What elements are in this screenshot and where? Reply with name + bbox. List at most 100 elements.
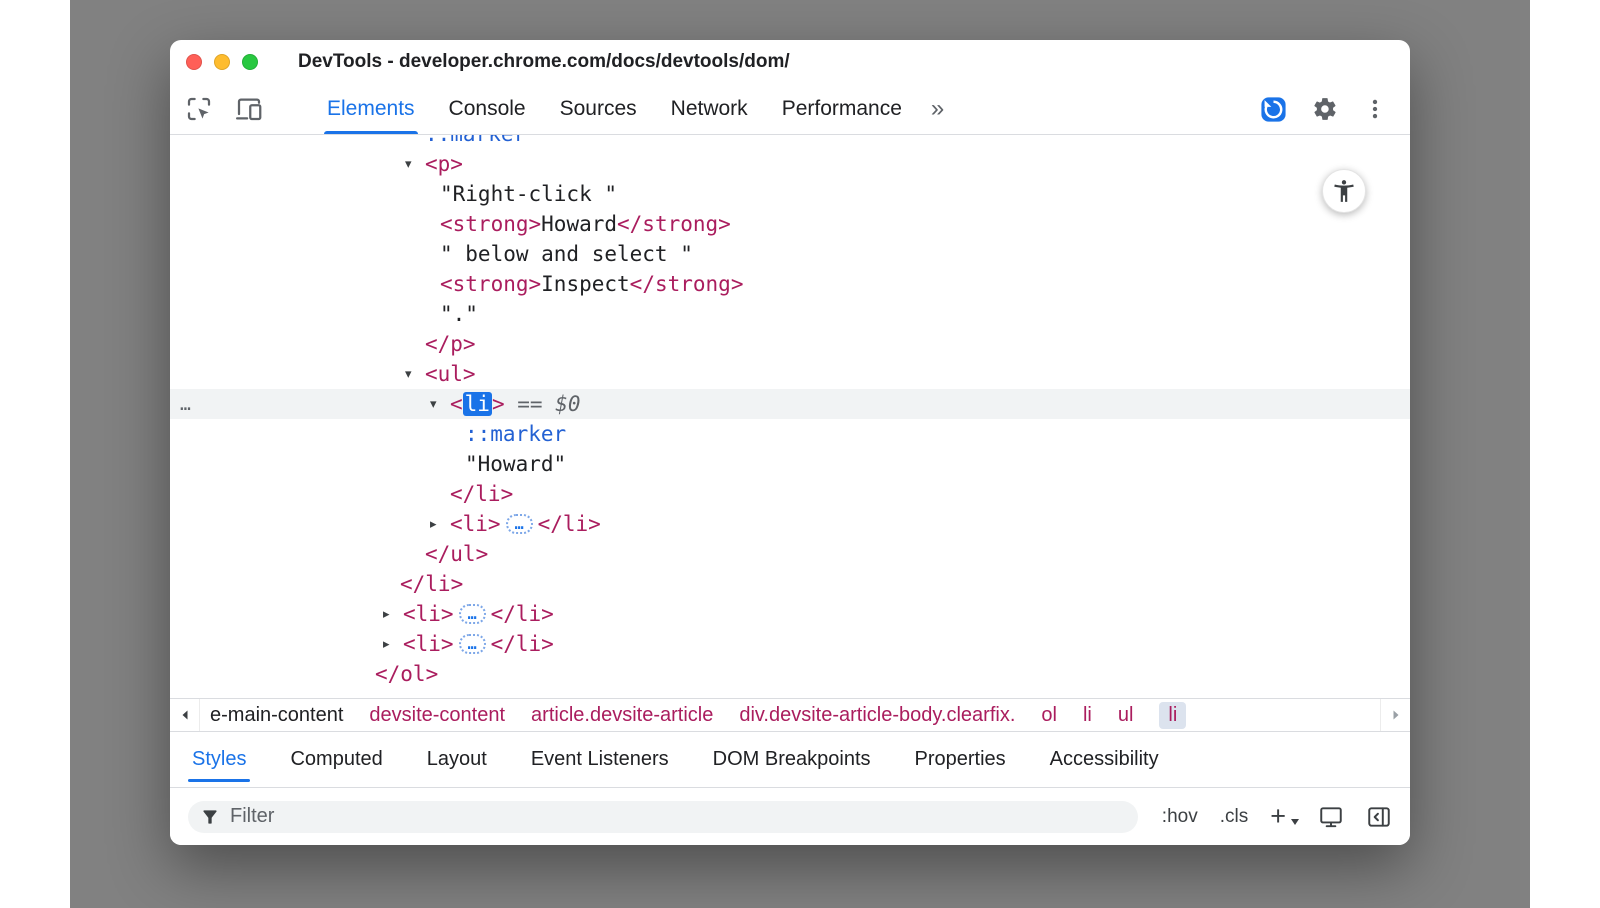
disclosure-down-icon[interactable]: ▾ (405, 367, 425, 382)
tree-row[interactable]: </li> (170, 569, 1410, 599)
chevron-right-icon (1389, 708, 1403, 722)
code-token-tag: </strong> (617, 212, 731, 236)
sidebar-tab-accessibility[interactable]: Accessibility (1028, 732, 1181, 787)
disclosure-down-icon[interactable]: ▾ (430, 397, 450, 412)
accessibility-person-icon (1331, 178, 1357, 204)
dom-tree-rows: ::marker▾<p>"Right-click "<strong>Howard… (170, 135, 1410, 689)
breadcrumb-item-ul[interactable]: ul (1118, 704, 1134, 727)
sidebar-tabs: StylesComputedLayoutEvent ListenersDOM B… (170, 731, 1410, 788)
breadcrumb-scroll-right-button[interactable] (1380, 699, 1410, 731)
code-token-text: "Howard" (465, 452, 566, 476)
code-token-tag: > (492, 392, 505, 416)
sidebar-tab-dom-breakpoints[interactable]: DOM Breakpoints (691, 732, 893, 787)
tree-row[interactable]: ▸<li>…</li> (170, 599, 1410, 629)
sidebar-tab-styles[interactable]: Styles (170, 732, 268, 787)
device-toolbar-icon[interactable] (234, 94, 264, 124)
tab-performance[interactable]: Performance (765, 84, 919, 134)
tree-row[interactable]: </li> (170, 479, 1410, 509)
kebab-menu-icon[interactable] (1362, 96, 1388, 122)
code-token-tag: </li> (400, 572, 463, 596)
breadcrumb-item-devsite-content[interactable]: devsite-content (369, 704, 505, 727)
breadcrumb-item-ol[interactable]: ol (1041, 704, 1057, 727)
breadcrumb-item-article-devsite-article[interactable]: article.devsite-article (531, 704, 713, 727)
tab-console[interactable]: Console (432, 84, 543, 134)
tree-row[interactable]: " below and select " (170, 239, 1410, 269)
tree-row[interactable]: ▸<li>…</li> (170, 629, 1410, 659)
tree-row[interactable]: "Howard" (170, 449, 1410, 479)
tab-elements[interactable]: Elements (310, 84, 432, 134)
disclosure-right-icon[interactable]: ▸ (383, 637, 403, 652)
breadcrumb-item-li[interactable]: li (1083, 704, 1092, 727)
code-token-tag: <ul> (425, 362, 476, 386)
code-token-text: "." (440, 302, 478, 326)
close-window-button[interactable] (186, 54, 202, 70)
disclosure-down-icon[interactable]: ▾ (405, 157, 425, 172)
disclosure-right-icon[interactable]: ▸ (430, 517, 450, 532)
styles-pane-toolbar: Filter :hov .cls + (170, 788, 1410, 845)
breadcrumbs: e-main-content devsite-content article.dev… (210, 702, 1186, 729)
tree-row[interactable]: </ol> (170, 659, 1410, 689)
tree-row[interactable]: ▾<ul> (170, 359, 1410, 389)
sync-badge-icon[interactable] (1259, 95, 1288, 124)
panel-tabs: ElementsConsoleSourcesNetworkPerformance (310, 84, 919, 134)
elements-panel: ::marker▾<p>"Right-click "<strong>Howard… (170, 135, 1410, 698)
new-style-rule-button[interactable]: + (1270, 803, 1296, 830)
sidebar-tab-event-listeners[interactable]: Event Listeners (509, 732, 691, 787)
code-token-tag: </li> (450, 482, 513, 506)
disclosure-right-icon[interactable]: ▸ (383, 607, 403, 622)
sidebar-tab-properties[interactable]: Properties (893, 732, 1028, 787)
inline-expand-button[interactable]: … (506, 514, 533, 534)
zoom-window-button[interactable] (242, 54, 258, 70)
window-title: DevTools - developer.chrome.com/docs/dev… (298, 51, 790, 73)
sidebar-tab-layout[interactable]: Layout (405, 732, 509, 787)
breadcrumb-item-div-devsite-article-body-clearfix[interactable]: div.devsite-article-body.clearfix. (739, 704, 1015, 727)
window-titlebar[interactable]: DevTools - developer.chrome.com/docs/dev… (170, 40, 1410, 84)
tree-row[interactable]: </p> (170, 329, 1410, 359)
sidebar-tab-computed[interactable]: Computed (268, 732, 404, 787)
selected-node-name[interactable]: li (463, 392, 492, 416)
tree-row[interactable]: ::marker (170, 135, 1410, 149)
code-token-tag: </li> (491, 632, 554, 656)
tree-row[interactable]: <strong>Howard</strong> (170, 209, 1410, 239)
code-token-tag: </ol> (375, 662, 438, 686)
toggle-sidebar-icon[interactable] (1366, 804, 1392, 830)
tab-network[interactable]: Network (654, 84, 765, 134)
tree-row[interactable]: "Right-click " (170, 179, 1410, 209)
tree-row[interactable]: <strong>Inspect</strong> (170, 269, 1410, 299)
toolbar-right-icons (1259, 95, 1410, 124)
accessibility-button[interactable] (1322, 169, 1366, 213)
tree-row[interactable]: ▸<li>…</li> (170, 509, 1410, 539)
inline-expand-button[interactable]: … (459, 604, 486, 624)
tab-sources[interactable]: Sources (543, 84, 654, 134)
toggle-element-state-button[interactable]: :hov (1162, 806, 1198, 828)
minimize-window-button[interactable] (214, 54, 230, 70)
styles-toolbar-right: :hov .cls + (1162, 803, 1392, 830)
row-overflow-menu[interactable]: … (180, 389, 192, 419)
rendering-emulations-icon[interactable] (1318, 804, 1344, 830)
chevron-left-icon (178, 708, 192, 722)
inline-expand-button[interactable]: … (459, 634, 486, 654)
tree-row[interactable]: "." (170, 299, 1410, 329)
tree-row[interactable]: </ul> (170, 539, 1410, 569)
code-token-tag: </ul> (425, 542, 488, 566)
code-token-text: Inspect (541, 272, 630, 296)
tree-row[interactable]: ▾<p> (170, 149, 1410, 179)
filter-placeholder: Filter (230, 805, 274, 828)
main-toolbar: ElementsConsoleSourcesNetworkPerformance… (170, 84, 1410, 135)
more-tabs-button[interactable]: » (919, 95, 956, 123)
breadcrumb-item-e-main-content[interactable]: e-main-content (210, 704, 343, 727)
element-classes-button[interactable]: .cls (1220, 806, 1249, 828)
tree-row[interactable]: ::marker (170, 419, 1410, 449)
settings-gear-icon[interactable] (1312, 96, 1338, 122)
code-token-text: " below and select " (440, 242, 693, 266)
pseudo-element-token: ::marker (465, 422, 566, 446)
inspect-element-icon[interactable] (184, 94, 214, 124)
tree-row[interactable]: …▾<li> == $0 (170, 389, 1410, 419)
breadcrumb-item-li[interactable]: li (1159, 702, 1186, 729)
breadcrumb-bar: e-main-content devsite-content article.dev… (170, 698, 1410, 731)
code-token-tag: <li> (403, 602, 454, 626)
code-token-tag: <p> (425, 152, 463, 176)
breadcrumb-scroll-left-button[interactable] (170, 699, 200, 731)
filter-input[interactable]: Filter (188, 801, 1138, 833)
code-token-text: "Right-click " (440, 182, 617, 206)
